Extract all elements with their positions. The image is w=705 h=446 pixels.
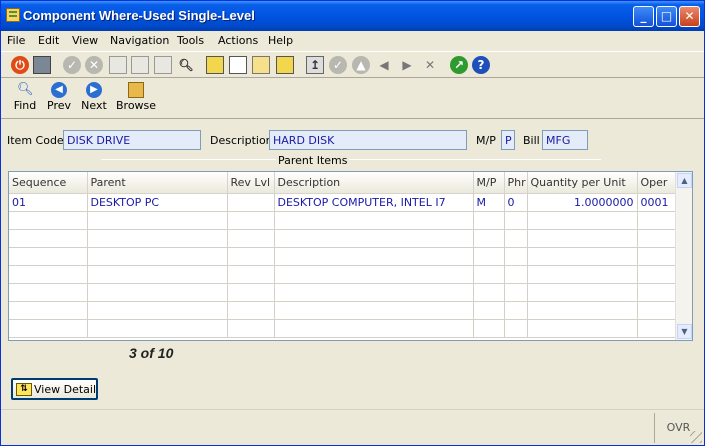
description-field[interactable]: HARD DISK	[269, 130, 467, 150]
next-icon: ▶	[86, 82, 102, 98]
cell-oper[interactable]: 0001	[637, 193, 676, 212]
group-divider	[101, 159, 601, 160]
column-header[interactable]: Quantity per Unit	[527, 172, 638, 194]
up-icon[interactable]: ↥	[306, 56, 324, 74]
menu-edit[interactable]: Edit	[38, 34, 59, 47]
resize-grip-icon[interactable]	[690, 431, 702, 443]
find-label: Find	[13, 99, 37, 112]
vertical-scrollbar[interactable]: ▲ ▼	[675, 172, 692, 340]
title-bar[interactable]: Component Where-Used Single-Level _ □ ✕	[1, 1, 704, 31]
find-icon: 🔍︎	[17, 82, 34, 97]
close-button[interactable]: ✕	[679, 6, 700, 27]
arrow-right-icon[interactable]: ▶	[398, 56, 416, 74]
detail-icon: ⇅	[16, 383, 32, 396]
arrow-left-icon[interactable]: ◀	[375, 56, 393, 74]
minimize-button[interactable]: _	[633, 6, 654, 27]
browse-button[interactable]: Browse	[116, 82, 156, 116]
table-row-empty[interactable]	[9, 247, 676, 266]
view-detail-button[interactable]: ⇅ View Detail	[11, 378, 98, 400]
description-label: Description	[210, 134, 273, 147]
scroll-up-icon[interactable]: ▲	[677, 173, 692, 188]
window-title: Component Where-Used Single-Level	[23, 8, 255, 23]
main-toolbar: ⏻ ✓ ✕ 🔍︎ ↥ ✓ ▲ ◀ ▶ ✕ ↗ ?	[1, 51, 704, 78]
prev-label: Prev	[47, 99, 71, 112]
parent-items-grid[interactable]: Sequence Parent Rev Lvl Description M/P …	[8, 171, 693, 341]
paste-icon[interactable]	[131, 56, 149, 74]
app-icon	[6, 8, 20, 22]
parent-items-table: Sequence Parent Rev Lvl Description M/P …	[9, 172, 676, 338]
cell-rev-lvl[interactable]	[227, 193, 275, 212]
prev-icon: ◀	[51, 82, 67, 98]
bill-label: Bill	[523, 134, 540, 147]
view-detail-label: View Detail	[34, 383, 97, 396]
scroll-down-icon[interactable]: ▼	[677, 324, 692, 339]
next-label: Next	[81, 99, 107, 112]
approve-icon[interactable]: ✓	[329, 56, 347, 74]
power-icon[interactable]: ⏻	[11, 56, 29, 74]
cell-description[interactable]: DESKTOP COMPUTER, INTEL I7	[274, 193, 474, 212]
menu-tools[interactable]: Tools	[177, 34, 204, 47]
bill-field[interactable]: MFG	[542, 130, 588, 150]
table-header-row: Sequence Parent Rev Lvl Description M/P …	[9, 172, 676, 194]
cell-quantity[interactable]: 1.0000000	[527, 193, 638, 212]
maximize-button[interactable]: □	[656, 6, 677, 27]
folder-icon	[128, 82, 144, 98]
column-header[interactable]: Phr	[504, 172, 528, 194]
clipboard-icon[interactable]	[206, 56, 224, 74]
table-row-empty[interactable]	[9, 229, 676, 248]
menu-bar: File Edit View Navigation Tools Actions …	[1, 31, 704, 50]
app-window: Component Where-Used Single-Level _ □ ✕ …	[0, 0, 705, 446]
column-header[interactable]: M/P	[473, 172, 505, 194]
browse-label: Browse	[116, 99, 157, 112]
page-icon[interactable]	[229, 56, 247, 74]
copy-icon[interactable]	[109, 56, 127, 74]
menu-help[interactable]: Help	[268, 34, 293, 47]
check-icon[interactable]: ✓	[63, 56, 81, 74]
column-header[interactable]: Oper	[637, 172, 676, 194]
cell-mp[interactable]: M	[473, 193, 505, 212]
table-row[interactable]: 01 DESKTOP PC DESKTOP COMPUTER, INTEL I7…	[9, 193, 676, 212]
menu-file[interactable]: File	[7, 34, 25, 47]
column-header[interactable]: Description	[274, 172, 474, 194]
column-header[interactable]: Parent	[87, 172, 228, 194]
find-button[interactable]: 🔍︎ Find	[13, 82, 37, 116]
menu-view[interactable]: View	[72, 34, 98, 47]
window-icon[interactable]	[33, 56, 51, 74]
chart-icon[interactable]: ↗	[450, 56, 468, 74]
table-row-empty[interactable]	[9, 319, 676, 338]
delete-icon[interactable]: ✕	[421, 56, 439, 74]
item-code-label: Item Code	[7, 134, 64, 147]
task-icon[interactable]	[276, 56, 294, 74]
lock-icon[interactable]	[252, 56, 270, 74]
mp-field[interactable]: P	[501, 130, 515, 150]
mp-label: M/P	[476, 134, 496, 147]
table-row-empty[interactable]	[9, 211, 676, 230]
cancel-icon[interactable]: ✕	[85, 56, 103, 74]
column-header[interactable]: Sequence	[9, 172, 88, 194]
status-bar: OVR	[1, 409, 704, 445]
next-button[interactable]: ▶ Next	[80, 82, 108, 116]
navigation-toolbar: 🔍︎ Find ◀ Prev ▶ Next Browse	[1, 79, 704, 119]
document-icon[interactable]	[154, 56, 172, 74]
table-row-empty[interactable]	[9, 265, 676, 284]
column-header[interactable]: Rev Lvl	[227, 172, 275, 194]
menu-actions[interactable]: Actions	[218, 34, 258, 47]
record-counter: 3 of 10	[129, 345, 174, 361]
table-row-empty[interactable]	[9, 283, 676, 302]
menu-navigation[interactable]: Navigation	[110, 34, 169, 47]
item-code-field[interactable]: DISK DRIVE	[63, 130, 201, 150]
cell-sequence[interactable]: 01	[9, 193, 88, 212]
magnifier-icon[interactable]: 🔍︎	[177, 56, 195, 74]
prev-button[interactable]: ◀ Prev	[46, 82, 72, 116]
cell-phr[interactable]: 0	[504, 193, 528, 212]
help-icon[interactable]: ?	[472, 56, 490, 74]
table-row-empty[interactable]	[9, 301, 676, 320]
parent-items-title: Parent Items	[276, 154, 350, 167]
up-circle-icon[interactable]: ▲	[352, 56, 370, 74]
cell-parent[interactable]: DESKTOP PC	[87, 193, 228, 212]
